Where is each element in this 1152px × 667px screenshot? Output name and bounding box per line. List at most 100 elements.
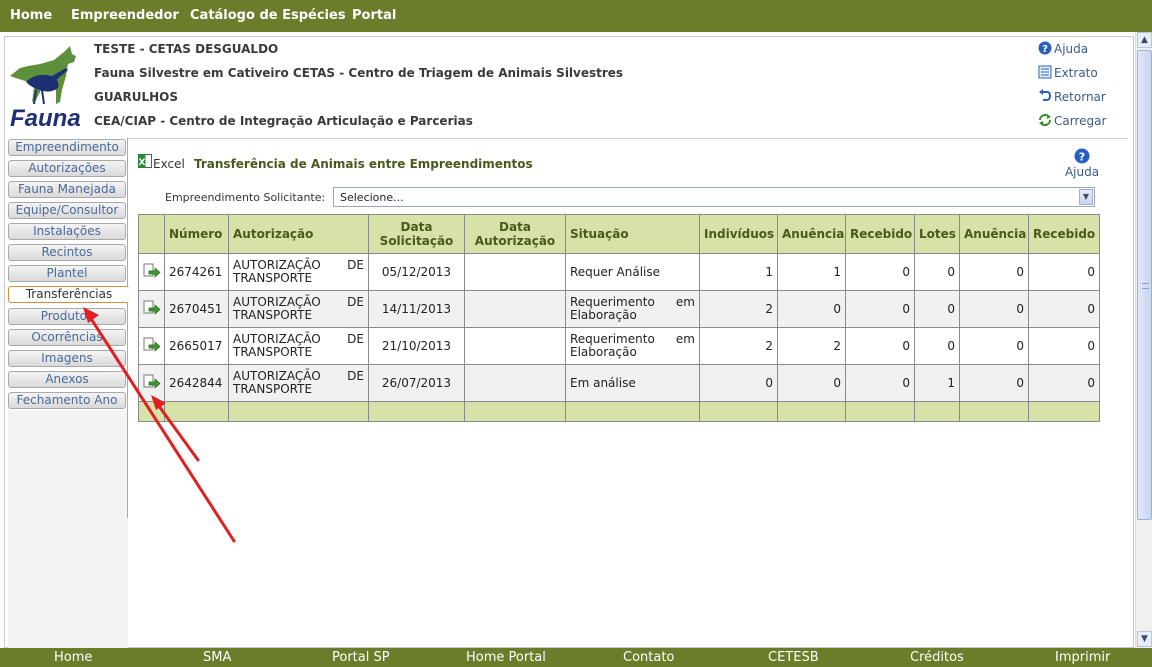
sidebar-item-anexos[interactable]: Anexos	[8, 371, 126, 388]
sidebar-item-fechamento-ano[interactable]: Fechamento Ano	[8, 392, 126, 409]
footer-cell	[565, 401, 700, 422]
extract-link[interactable]: Extrato	[1038, 65, 1098, 80]
sidebar-item-equipe[interactable]: Equipe/Consultor	[8, 202, 126, 219]
open-record-cell[interactable]	[138, 364, 165, 402]
sidebar-item-fauna-manejada[interactable]: Fauna Manejada	[8, 181, 126, 198]
bottom-nav-sma[interactable]: SMA	[203, 650, 231, 665]
header-individuos: Indivíduos	[699, 214, 778, 254]
header-recebido-1: Recebido	[845, 214, 915, 254]
open-document-icon[interactable]	[143, 337, 161, 353]
header-line-1: TESTE - CETAS DESGUALDO	[94, 42, 279, 56]
cell-anuencia-2: 0	[959, 364, 1029, 402]
sidebar-item-instalacoes[interactable]: Instalações	[8, 223, 126, 240]
header-numero: Número	[164, 214, 229, 254]
cell-autorizacao: AUTORIZAÇÃO DE TRANSPORTE	[228, 364, 369, 402]
sidebar-item-autorizacoes[interactable]: Autorizações	[8, 160, 126, 177]
bottom-nav-home[interactable]: Home	[54, 650, 92, 665]
solicitante-select[interactable]: Selecione... ▼	[333, 187, 1095, 207]
footer-cell	[914, 401, 960, 422]
cell-autorizacao-line2: TRANSPORTE	[233, 308, 313, 322]
reload-link[interactable]: Carregar	[1038, 113, 1106, 128]
bottom-nav-cetesb[interactable]: CETESB	[768, 650, 819, 665]
cell-autorizacao: AUTORIZAÇÃO DE TRANSPORTE	[228, 327, 369, 365]
vertical-scrollbar[interactable]: ▲ ▼	[1135, 32, 1152, 648]
cell-data-autorizacao	[464, 327, 566, 365]
open-record-cell[interactable]	[138, 327, 165, 365]
bottom-nav-contato[interactable]: Contato	[623, 650, 674, 665]
sidebar-item-ocorrencias[interactable]: Ocorrências	[8, 329, 126, 346]
bottom-nav-home-portal[interactable]: Home Portal	[466, 650, 546, 665]
cell-data-solicitacao: 26/07/2013	[368, 364, 465, 402]
cell-recebido-1: 0	[845, 253, 915, 291]
footer-cell	[959, 401, 1029, 422]
scroll-up-icon[interactable]: ▲	[1137, 32, 1152, 48]
footer-cell	[164, 401, 229, 422]
cell-numero: 2674261	[164, 253, 229, 291]
header-line-2: Fauna Silvestre em Cativeiro CETAS - Cen…	[94, 66, 624, 80]
transfer-table: Número Autorização Data Solicitação Data…	[138, 214, 1100, 422]
chevron-down-icon[interactable]: ▼	[1079, 189, 1093, 205]
cell-recebido-2: 0	[1028, 253, 1100, 291]
cell-anuencia-1: 0	[777, 290, 846, 328]
sidebar-item-recintos[interactable]: Recintos	[8, 244, 126, 261]
open-record-cell[interactable]	[138, 290, 165, 328]
help-link[interactable]: ? Ajuda	[1038, 41, 1088, 56]
cell-numero: 2665017	[164, 327, 229, 365]
svg-text:?: ?	[1079, 151, 1085, 164]
help-icon: ?	[1074, 148, 1090, 164]
cell-recebido-2: 0	[1028, 290, 1100, 328]
cell-situacao-line1: Em análise	[570, 375, 636, 390]
sidebar-item-produtos[interactable]: Produtos	[8, 308, 126, 325]
bottom-nav-portal-sp[interactable]: Portal SP	[332, 650, 390, 665]
scroll-grip-icon	[1142, 283, 1149, 289]
content-help-link[interactable]: ? Ajuda	[1062, 148, 1102, 179]
sidebar-item-imagens[interactable]: Imagens	[8, 350, 126, 367]
reload-label: Carregar	[1054, 114, 1107, 128]
sidebar-item-plantel[interactable]: Plantel	[8, 265, 126, 282]
open-document-icon[interactable]	[143, 374, 161, 390]
table-row: 2642844 AUTORIZAÇÃO DE TRANSPORTE 26/07/2…	[138, 364, 1100, 402]
excel-icon[interactable]: X	[138, 154, 152, 168]
open-record-cell[interactable]	[138, 253, 165, 291]
header-icon-col	[138, 214, 165, 254]
header-anuencia-1: Anuência	[777, 214, 846, 254]
open-document-icon[interactable]	[143, 263, 161, 279]
cell-recebido-2: 0	[1028, 327, 1100, 365]
cell-numero: 2670451	[164, 290, 229, 328]
footer-cell	[368, 401, 465, 422]
table-footer-row	[138, 401, 1100, 422]
sidebar-item-empreendimento[interactable]: Empreendimento	[8, 139, 126, 156]
bottom-nav-bar: Home SMA Portal SP Home Portal Contato C…	[0, 648, 1152, 667]
top-nav-bar: Home Empreendedor Catálogo de Espécies P…	[0, 0, 1152, 32]
logo-text: Fauna	[10, 105, 81, 128]
sidebar-item-transferencias[interactable]: Transferências	[8, 286, 129, 303]
scroll-down-icon[interactable]: ▼	[1137, 631, 1152, 647]
excel-export-link[interactable]: Excel	[153, 157, 185, 171]
cell-anuencia-1: 1	[777, 253, 846, 291]
cell-data-solicitacao: 14/11/2013	[368, 290, 465, 328]
top-nav-portal[interactable]: Portal	[352, 8, 396, 23]
back-link[interactable]: Retornar	[1038, 89, 1106, 104]
top-nav-empreendedor[interactable]: Empreendedor	[71, 8, 179, 23]
cell-anuencia-1: 2	[777, 327, 846, 365]
cell-anuencia-2: 0	[959, 253, 1029, 291]
footer-cell	[138, 401, 165, 422]
cell-autorizacao: AUTORIZAÇÃO DE TRANSPORTE	[228, 290, 369, 328]
table-row: 2670451 AUTORIZAÇÃO DE TRANSPORTE 14/11/2…	[138, 290, 1100, 328]
bottom-nav-creditos[interactable]: Créditos	[910, 650, 964, 665]
cell-recebido-2: 0	[1028, 364, 1100, 402]
cell-autorizacao-line2: TRANSPORTE	[233, 382, 313, 396]
open-document-icon[interactable]	[143, 300, 161, 316]
top-nav-home[interactable]: Home	[10, 8, 52, 23]
top-nav-catalogo[interactable]: Catálogo de Espécies	[190, 8, 346, 23]
cell-lotes: 0	[914, 253, 960, 291]
content-divider	[128, 138, 1128, 139]
cell-situacao-line1: Requer Análise	[570, 264, 661, 279]
bottom-nav-imprimir[interactable]: Imprimir	[1055, 650, 1110, 665]
table-row: 2665017 AUTORIZAÇÃO DE TRANSPORTE 21/10/2…	[138, 327, 1100, 365]
scroll-thumb[interactable]	[1137, 50, 1152, 520]
cell-individuos: 2	[699, 290, 778, 328]
solicitante-select-value: Selecione...	[340, 191, 404, 204]
cell-situacao: Requerimento em Elaboração	[565, 327, 700, 365]
cell-data-solicitacao: 05/12/2013	[368, 253, 465, 291]
